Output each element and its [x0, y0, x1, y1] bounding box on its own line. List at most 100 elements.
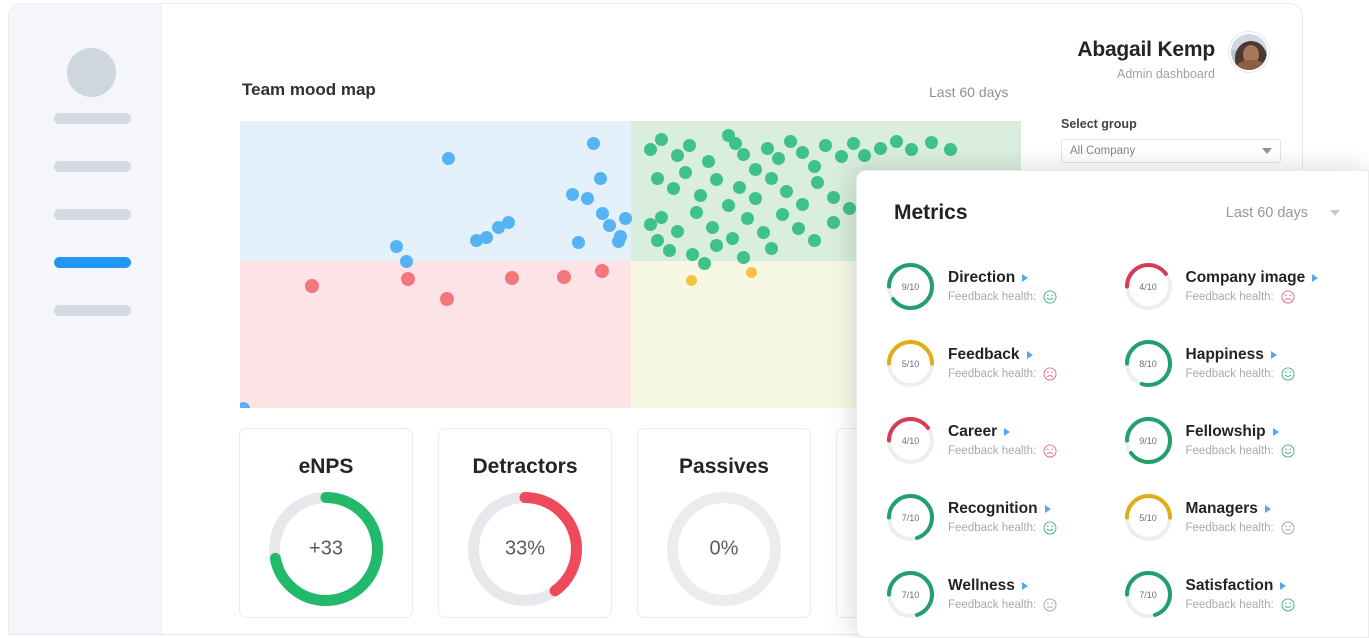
scatter-dot-green	[670, 148, 684, 162]
scatter-dot-green	[733, 180, 747, 194]
stat-card-value: 0%	[709, 537, 739, 560]
metric-text-block: Wellness Feedback health:	[948, 577, 1057, 612]
feedback-health-label: Feedback health:	[948, 599, 1037, 611]
metric-score-ring: 5/10	[1124, 494, 1172, 541]
sidebar-item-1[interactable]	[54, 113, 131, 124]
feedback-health-label: Feedback health:	[948, 522, 1037, 534]
caret-right-icon[interactable]	[1022, 274, 1029, 282]
metric-text-block: Recognition Feedback health:	[948, 500, 1057, 535]
metric-name: Fellowship	[1185, 423, 1266, 440]
metric-score-ring: 8/10	[1124, 340, 1172, 387]
metric-score-value: 5/10	[1139, 512, 1157, 523]
scatter-dot-green	[651, 233, 665, 247]
metrics-grid: 9/10 Direction Feedback health: 4/10 Company…	[887, 248, 1354, 633]
sidebar-item-5[interactable]	[54, 305, 131, 316]
quadrant-bottom-left	[240, 261, 631, 408]
scatter-dot-blue	[611, 235, 625, 249]
select-group-value: All Company	[1070, 145, 1136, 157]
metric-text-block: Direction Feedback health:	[948, 269, 1057, 304]
caret-right-icon[interactable]	[1270, 351, 1277, 359]
stat-card[interactable]: Detractors 33%	[438, 428, 612, 618]
feedback-health-happy-face-icon	[1043, 290, 1057, 304]
metric-score-value: 7/10	[901, 589, 920, 600]
scatter-dot-blue	[399, 254, 413, 268]
avatar[interactable]	[1229, 32, 1269, 72]
scatter-dot-blue	[602, 218, 616, 232]
stat-card-title: Detractors	[472, 455, 578, 478]
metric-text-block: Company image Feedback health:	[1186, 269, 1319, 304]
page-title: Team mood map	[242, 80, 376, 99]
metric-score-value: 8/10	[1139, 358, 1157, 369]
feedback-health-happy-face-icon	[1281, 598, 1295, 612]
scatter-dot-green	[725, 232, 739, 246]
sidebar-item-2[interactable]	[54, 161, 131, 172]
feedback-health-label: Feedback health:	[1185, 445, 1274, 457]
metric-row[interactable]: 4/10 Company image Feedback health:	[1124, 248, 1355, 325]
scatter-dot-green	[760, 141, 774, 155]
metrics-panel: Metrics Last 60 days 9/10 Direction Feedba…	[856, 170, 1369, 638]
caret-right-icon[interactable]	[1312, 274, 1319, 282]
chevron-down-icon	[1262, 148, 1272, 154]
select-group-dropdown[interactable]: All Company	[1061, 139, 1281, 163]
scatter-dot-yellow	[685, 274, 697, 286]
metric-row[interactable]: 9/10 Fellowship Feedback health:	[1124, 402, 1355, 479]
caret-right-icon[interactable]	[1026, 351, 1033, 359]
feedback-health-sad-face-icon	[1043, 367, 1057, 381]
scatter-dot-blue	[581, 191, 595, 205]
sidebar-item-3[interactable]	[54, 209, 131, 220]
scatter-dot-green	[842, 202, 856, 216]
chevron-down-icon	[1330, 210, 1340, 216]
scatter-dot-green	[764, 242, 778, 256]
caret-right-icon[interactable]	[1264, 505, 1271, 513]
stat-card[interactable]: Passives 0%	[637, 428, 811, 618]
metric-score-value: 9/10	[901, 281, 920, 292]
stat-card[interactable]: eNPS +33	[239, 428, 413, 618]
metric-row[interactable]: 8/10 Happiness Feedback health:	[1124, 325, 1355, 402]
metric-row[interactable]: 5/10 Feedback Feedback health:	[887, 325, 1117, 402]
scatter-dot-blue	[389, 240, 403, 254]
scatter-dot-green	[748, 191, 762, 205]
scatter-dot-blue	[593, 172, 607, 186]
metric-text-block: Career Feedback health:	[948, 423, 1057, 458]
scatter-dot-green	[791, 222, 805, 236]
feedback-health-happy-face-icon	[1281, 367, 1295, 381]
metric-text-block: Managers Feedback health:	[1186, 500, 1295, 535]
metric-row[interactable]: 9/10 Direction Feedback health:	[887, 248, 1117, 325]
metric-text-block: Satisfaction Feedback health:	[1186, 577, 1295, 612]
scatter-dot-green	[764, 171, 778, 185]
metric-row[interactable]: 7/10 Satisfaction Feedback health:	[1124, 556, 1355, 633]
caret-right-icon[interactable]	[1021, 582, 1028, 590]
metric-name: Wellness	[948, 577, 1015, 594]
caret-right-icon[interactable]	[1044, 505, 1051, 513]
metric-score-value: 9/10	[1139, 435, 1157, 446]
caret-right-icon[interactable]	[1272, 428, 1279, 436]
sidebar-item-4-active[interactable]	[54, 257, 131, 268]
scatter-dot-blue	[502, 215, 516, 229]
stat-card-value: +33	[309, 537, 343, 560]
metric-text-block: Happiness Feedback health:	[1186, 346, 1295, 381]
feedback-health-label: Feedback health:	[1185, 291, 1274, 303]
metric-score-ring: 9/10	[1124, 417, 1172, 464]
metrics-title: Metrics	[894, 201, 968, 224]
feedback-health-label: Feedback health:	[1185, 599, 1274, 611]
metric-row[interactable]: 7/10 Recognition Feedback health:	[887, 479, 1117, 556]
metric-row[interactable]: 4/10 Career Feedback health:	[887, 402, 1117, 479]
stat-card-title: eNPS	[298, 455, 354, 478]
caret-right-icon[interactable]	[1280, 582, 1287, 590]
feedback-health-happy-face-icon	[1281, 444, 1295, 458]
metric-score-ring: 7/10	[887, 494, 934, 541]
user-identity: Abagail Kemp Admin dashboard	[1077, 32, 1215, 83]
scatter-dot-green	[670, 224, 684, 238]
scatter-dot-green	[807, 233, 821, 247]
user-name: Abagail Kemp	[1077, 38, 1215, 61]
select-group-label: Select group	[1061, 117, 1137, 131]
caret-right-icon[interactable]	[1004, 428, 1011, 436]
scatter-dot-blue	[566, 187, 580, 201]
metrics-range-dropdown[interactable]: Last 60 days	[1226, 205, 1340, 221]
metric-name: Happiness	[1185, 346, 1264, 363]
scatter-dot-green	[721, 199, 735, 213]
metric-row[interactable]: 7/10 Wellness Feedback health:	[887, 556, 1117, 633]
metric-row[interactable]: 5/10 Managers Feedback health:	[1124, 479, 1355, 556]
scatter-dot-yellow	[746, 267, 758, 279]
scatter-dot-green	[846, 137, 860, 151]
